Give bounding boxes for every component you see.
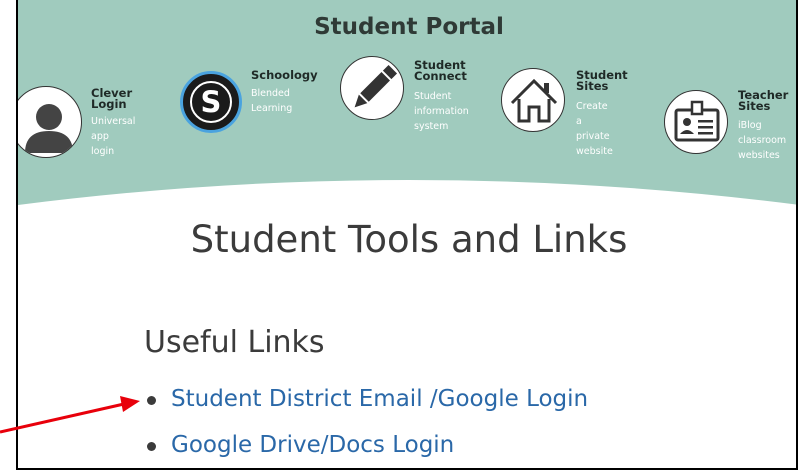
annotation-arrow-icon [0,396,140,434]
